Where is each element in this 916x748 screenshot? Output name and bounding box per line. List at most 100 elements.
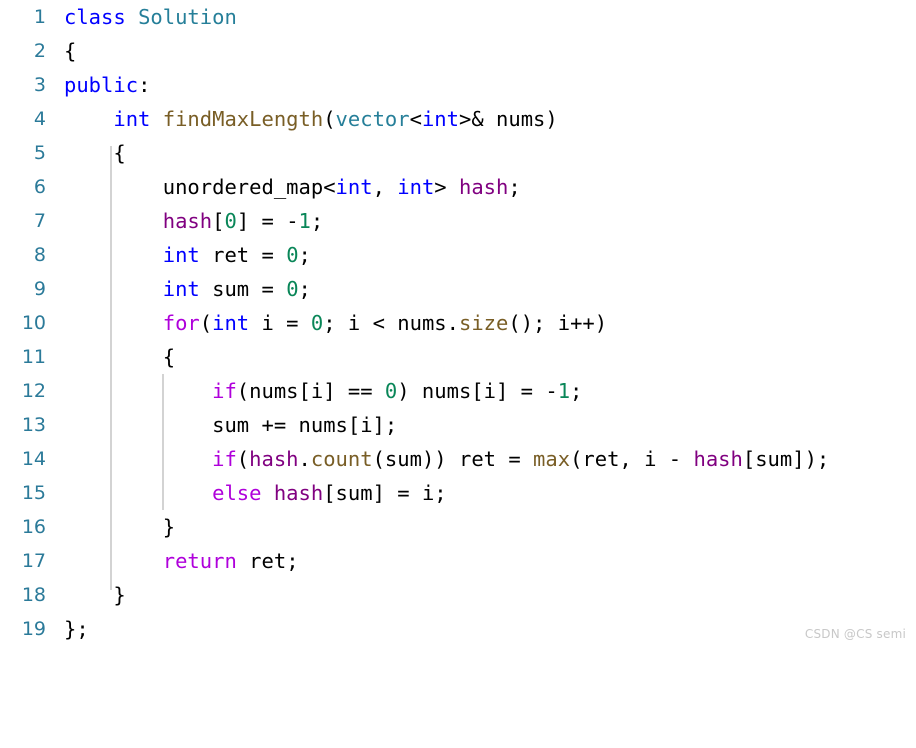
token-number: 0 [384,379,398,403]
code-line[interactable]: 15 else hash[sum] = i; [0,476,916,510]
line-content: } [64,510,175,544]
token-number: 1 [298,209,311,233]
token-angle-open: < [323,175,336,199]
token-type: Solution [138,5,237,29]
token-paren: ( [236,447,250,471]
token-semicolon: ; [570,379,583,403]
code-line[interactable]: 5 { [0,136,916,170]
code-line[interactable]: 18 } [0,578,916,612]
code-line[interactable]: 7 hash[0] = -1; [0,204,916,238]
line-number: 8 [33,244,46,266]
token-semicolon: ; [298,277,311,301]
token-paren: ( [323,107,336,131]
token-keyword: int [212,311,250,335]
token-brace: } [162,515,176,539]
token-function-name: findMaxLength [162,107,324,131]
token-variable: ret [236,549,287,573]
code-line[interactable]: 4 int findMaxLength(vector<int>& nums) [0,102,916,136]
token-expression: (sum)) ret = [372,447,534,471]
line-content: else hash[sum] = i; [64,476,447,510]
line-content: { [64,340,175,374]
token-variable-hash: hash [273,481,324,505]
line-number: 16 [21,516,46,538]
code-line[interactable]: 13 sum += nums[i]; [0,408,916,442]
token-comma: , [372,175,398,199]
token-brace: { [64,39,77,63]
code-surface[interactable]: 1 class Solution 2 { 3 public: 4 int fin… [0,0,916,647]
line-content: return ret; [64,544,299,578]
token-semicolon: ; [298,243,311,267]
code-line[interactable]: 1 class Solution [0,0,916,34]
line-number: 2 [33,40,46,62]
token-bracket: ] [236,209,262,233]
token-keyword-if: if [212,379,237,403]
token-brace: } [64,617,77,641]
token-expression: i = [249,311,311,335]
token-angle-close: >& [458,107,497,131]
token-keyword: int [162,243,200,267]
token-semicolon: ; [310,209,324,233]
code-line[interactable]: 8 int ret = 0; [0,238,916,272]
token-paren: ( [199,311,213,335]
token-number: 0 [310,311,324,335]
line-number: 15 [21,482,46,504]
token-expression: [sum] = i; [323,481,447,505]
token-number: 0 [286,277,299,301]
line-number: 18 [21,584,46,606]
token-keyword-return: return [162,549,237,573]
token-keyword: int [421,107,459,131]
token-paren: ) [545,107,558,131]
line-number: 10 [21,312,46,334]
line-number: 4 [33,108,46,130]
token-variable: nums [496,107,546,131]
token-function-size: size [459,311,509,335]
token-number: 0 [224,209,237,233]
token-variable-hash: hash [162,209,213,233]
code-line[interactable]: 19 }; [0,612,916,646]
token-number: 0 [286,243,299,267]
token-number: 1 [557,379,571,403]
code-line[interactable]: 12 if(nums[i] == 0) nums[i] = -1; [0,374,916,408]
token-brace: { [162,345,176,369]
line-content: unordered_map<int, int> hash; [64,170,521,204]
token-keyword: public [64,73,139,97]
code-line[interactable]: 2 { [0,34,916,68]
line-content: sum += nums[i]; [64,408,397,442]
code-line[interactable]: 6 unordered_map<int, int> hash; [0,170,916,204]
token-semicolon: ; [76,617,89,641]
token-keyword-else: else [212,481,262,505]
token-type: vector [335,107,410,131]
line-content: }; [64,612,89,646]
line-content: int findMaxLength(vector<int>& nums) [64,102,558,136]
token-keyword: int [113,107,151,131]
code-line[interactable]: 14 if(hash.count(sum)) ret = max(ret, i … [0,442,916,476]
token-angle-open: < [409,107,422,131]
token-angle-close: > [434,175,459,199]
token-keyword-if: if [212,447,237,471]
code-editor[interactable]: 1 class Solution 2 { 3 public: 4 int fin… [0,0,916,647]
code-line[interactable]: 11 { [0,340,916,374]
code-line[interactable]: 10 for(int i = 0; i < nums.size(); i++) [0,306,916,340]
code-line[interactable]: 16 } [0,510,916,544]
token-expression: [sum]); [742,447,830,471]
token-function-count: count [310,447,373,471]
code-line[interactable]: 9 int sum = 0; [0,272,916,306]
token-colon: : [138,73,151,97]
token-variable-hash: hash [693,447,743,471]
code-line[interactable]: 3 public: [0,68,916,102]
line-content: public: [64,68,150,102]
token-brace: } [113,583,126,607]
code-line[interactable]: 17 return ret; [0,544,916,578]
token-expression: (); i++) [508,311,608,335]
line-number: 3 [33,74,46,96]
